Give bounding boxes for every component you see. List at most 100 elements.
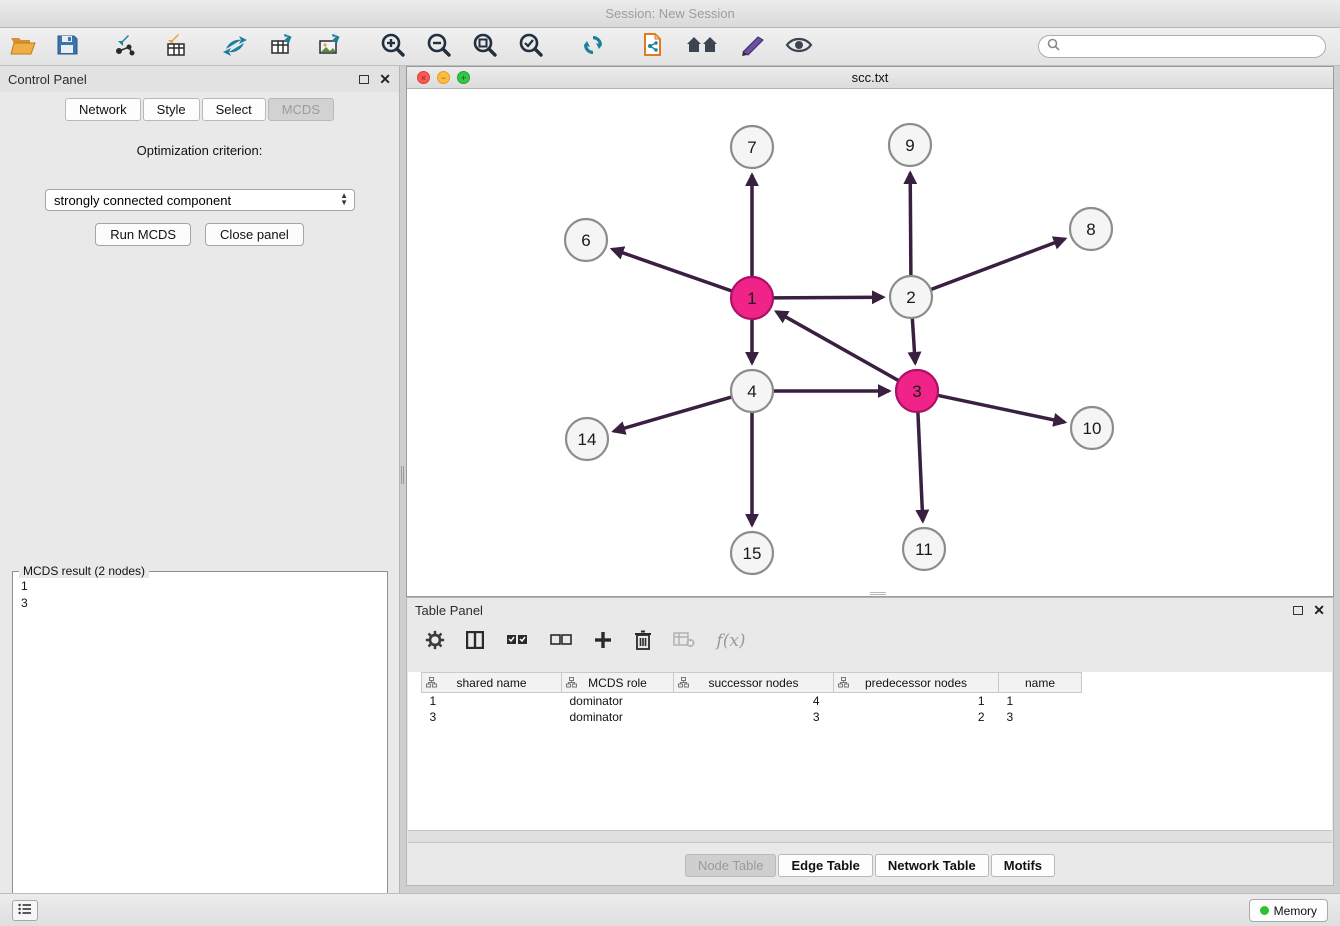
tab-motifs[interactable]: Motifs [991,854,1055,877]
table-toolbar: f(x) [407,622,1333,660]
refresh-button[interactable] [578,32,608,62]
network-resize-grip[interactable] [870,592,886,595]
unchecked-boxes-icon [550,633,572,650]
show-columns-button[interactable] [463,629,487,653]
open-session-button[interactable] [8,32,38,62]
trash-icon [634,630,652,653]
function-builder-button[interactable]: f(x) [713,628,749,654]
tab-node-table[interactable]: Node Table [685,854,777,877]
graph-edge-3-11[interactable] [918,412,923,521]
graph-edge-2-8[interactable] [931,239,1065,290]
zoom-fit-button[interactable] [470,32,500,62]
delete-table-button[interactable] [671,629,697,653]
column-header-mcds-role[interactable]: MCDS role [562,673,674,693]
column-type-icon [678,677,689,691]
column-header-name[interactable]: name [999,673,1082,693]
run-mcds-button[interactable]: Run MCDS [95,223,191,246]
export-table-button[interactable] [268,32,298,62]
column-type-icon [426,677,437,691]
float-panel-icon[interactable] [359,75,369,84]
close-panel-icon[interactable]: ✕ [379,72,391,86]
table-cell[interactable]: 2 [834,709,999,725]
close-table-panel-icon[interactable]: ✕ [1313,603,1325,617]
window-titlebar[interactable]: Session: New Session [0,0,1340,28]
table-cell[interactable]: dominator [562,693,674,709]
node-table: shared name MCDS role successor nodes [408,672,1332,840]
network-arrows-button[interactable] [220,32,250,62]
gear-icon [425,630,445,653]
graph-edge-3-10[interactable] [938,395,1065,422]
annotation-button[interactable] [738,32,768,62]
window-title: Session: New Session [605,6,734,21]
table-cell[interactable]: 3 [999,709,1082,725]
export-image-button[interactable] [316,32,346,62]
eye-button[interactable] [784,32,814,62]
status-bar: Memory [0,893,1340,926]
tab-edge-table[interactable]: Edge Table [778,854,872,877]
table-panel: Table Panel ✕ [406,597,1334,886]
zoom-selected-button[interactable] [516,32,546,62]
mcds-result-title: MCDS result (2 nodes) [19,564,149,578]
optimization-criterion-label: Optimization criterion: [0,143,399,158]
table-cell[interactable]: 3 [674,709,834,725]
memory-button[interactable]: Memory [1249,899,1328,922]
export-table-icon [270,33,296,60]
select-all-button[interactable] [503,629,531,653]
column-header-predecessor-nodes[interactable]: predecessor nodes [834,673,999,693]
graph-edge-1-6[interactable] [612,249,732,291]
column-header-successor-nodes[interactable]: successor nodes [674,673,834,693]
deselect-all-button[interactable] [547,629,575,653]
column-header-shared-name[interactable]: shared name [422,673,562,693]
toolbar-search[interactable] [1038,35,1326,58]
table-cell[interactable]: 3 [422,709,562,725]
search-input[interactable] [1064,40,1325,54]
maximize-window-icon[interactable]: + [457,71,470,84]
graph-edge-1-2[interactable] [773,297,883,298]
graph-edge-2-3[interactable] [912,318,915,363]
import-table-icon [162,33,188,60]
table-cell[interactable]: 1 [834,693,999,709]
save-session-button[interactable] [52,32,82,62]
network-canvas[interactable]: 7968124314101511 [407,89,1333,596]
table-settings-button[interactable] [423,629,447,653]
network-window-titlebar[interactable]: × − + scc.txt [407,67,1333,89]
graph-edge-3-1[interactable] [776,312,898,381]
import-network-button[interactable] [110,32,140,62]
table-cell[interactable]: 1 [999,693,1082,709]
table-row[interactable]: 3dominator323 [422,709,1082,725]
table-row[interactable]: 1dominator411 [422,693,1082,709]
memory-label: Memory [1274,904,1317,918]
copy-document-button[interactable] [638,32,668,62]
tab-select[interactable]: Select [202,98,266,121]
zoom-in-button[interactable] [378,32,408,62]
fx-icon: f(x) [716,631,745,651]
table-cell[interactable]: 1 [422,693,562,709]
zoom-out-button[interactable] [424,32,454,62]
home-button[interactable] [684,32,722,62]
table-horizontal-scrollbar[interactable] [408,830,1332,843]
copy-document-icon [641,32,665,61]
columns-icon [466,631,484,652]
close-window-icon[interactable]: × [417,71,430,84]
table-tabs: Node Table Edge Table Network Table Moti… [407,854,1333,877]
table-cell[interactable]: 4 [674,693,834,709]
table-cell[interactable]: dominator [562,709,674,725]
delete-column-button[interactable] [631,629,655,653]
graph-node-label-1: 1 [747,289,756,308]
graph-node-label-10: 10 [1083,419,1102,438]
criterion-dropdown[interactable]: strongly connected component ▲▼ [45,189,355,211]
tab-network[interactable]: Network [65,98,141,121]
show-panel-list-button[interactable] [12,900,38,921]
add-column-button[interactable] [591,629,615,653]
tab-mcds[interactable]: MCDS [268,98,334,121]
minimize-window-icon[interactable]: − [437,71,450,84]
close-panel-button[interactable]: Close panel [205,223,304,246]
tab-network-table[interactable]: Network Table [875,854,989,877]
export-image-icon [318,33,344,60]
graph-edge-2-9[interactable] [910,173,911,276]
tab-style[interactable]: Style [143,98,200,121]
float-table-panel-icon[interactable] [1293,606,1303,615]
graph-edge-4-14[interactable] [614,397,732,431]
application-window: Session: New Session [0,0,1340,926]
import-table-button[interactable] [160,32,190,62]
